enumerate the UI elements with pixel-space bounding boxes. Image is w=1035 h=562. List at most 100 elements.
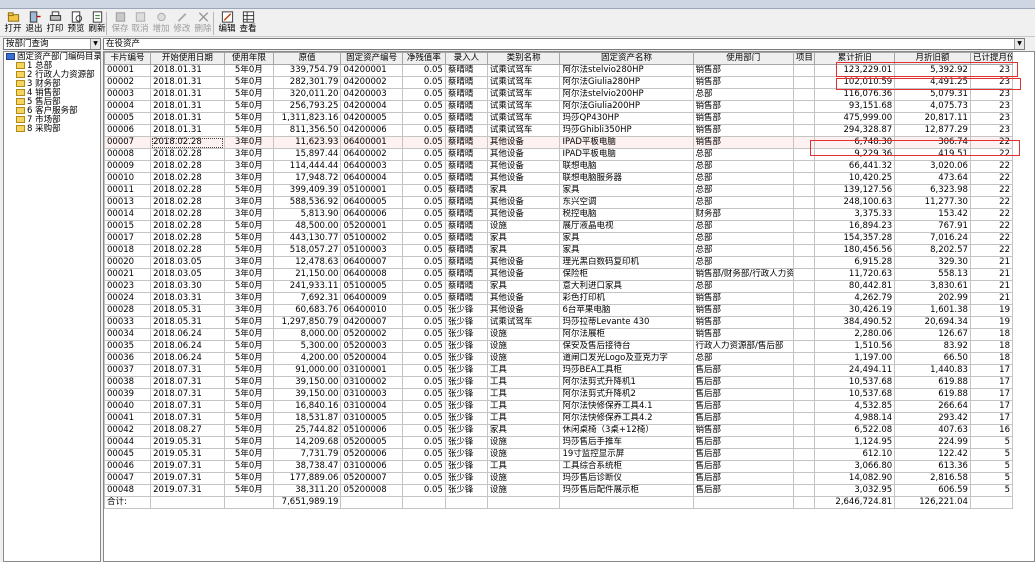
table-cell[interactable]: 17: [969, 388, 1014, 401]
table-cell[interactable]: 5,079.31: [894, 88, 971, 101]
table-cell[interactable]: 2018.01.31: [150, 76, 225, 89]
table-cell[interactable]: 30,426.19: [814, 304, 896, 317]
table-cell[interactable]: 2018.01.31: [150, 124, 225, 137]
table-cell[interactable]: 339,754.79: [272, 64, 342, 77]
table-cell[interactable]: 财务部: [692, 208, 794, 221]
table-cell[interactable]: 202.99: [894, 292, 971, 305]
table-cell[interactable]: 试乘试驾车: [486, 64, 561, 77]
table-cell[interactable]: 销售部: [692, 304, 794, 317]
table-cell[interactable]: 蔡晴晴: [444, 268, 488, 281]
table-cell[interactable]: 3年0月: [223, 304, 274, 317]
table-cell[interactable]: 其他设备: [486, 292, 561, 305]
table-cell[interactable]: 00034: [104, 328, 152, 341]
table-cell[interactable]: 张少锋: [444, 328, 488, 341]
table-cell[interactable]: 其他设备: [486, 256, 561, 269]
table-cell[interactable]: 00028: [104, 304, 152, 317]
table-cell[interactable]: 00010: [104, 172, 152, 185]
table-cell[interactable]: 48,500.00: [272, 220, 342, 233]
table-cell[interactable]: 3,032.95: [814, 484, 896, 497]
column-header[interactable]: 固定资产编号: [340, 52, 403, 65]
table-cell[interactable]: 0.05: [401, 112, 446, 125]
table-cell[interactable]: 0.05: [401, 400, 446, 413]
table-cell[interactable]: 蔡晴晴: [444, 160, 488, 173]
table-cell[interactable]: 3,066.80: [814, 460, 896, 473]
table-cell[interactable]: 其他设备: [486, 172, 561, 185]
table-row[interactable]: 00018 2018.02.28 5年0月 518,057.27 05100003 0.0…: [104, 244, 1014, 257]
table-cell[interactable]: 工具: [486, 460, 561, 473]
table-cell[interactable]: 售后部: [692, 400, 794, 413]
table-cell[interactable]: 293.42: [894, 412, 971, 425]
table-cell[interactable]: 21: [969, 268, 1014, 281]
table-cell[interactable]: 3年0月: [223, 172, 274, 185]
table-cell[interactable]: 其他设备: [486, 160, 561, 173]
table-row[interactable]: 00041 2018.07.31 5年0月 18,531.87 03100005 0.05…: [104, 412, 1014, 425]
table-cell[interactable]: 试乘试驾车: [486, 88, 561, 101]
table-cell[interactable]: 18,531.87: [272, 412, 342, 425]
table-cell[interactable]: 6台苹果电脑: [559, 304, 694, 317]
table-cell[interactable]: 5年0月: [223, 76, 274, 89]
table-cell[interactable]: 5年0月: [223, 352, 274, 365]
table-cell[interactable]: 10,537.68: [814, 376, 896, 389]
table-cell[interactable]: 0.05: [401, 244, 446, 257]
table-cell[interactable]: 06400002: [340, 148, 403, 161]
table-cell[interactable]: 3,830.61: [894, 280, 971, 293]
table-cell[interactable]: 保安及售后接待台: [559, 340, 694, 353]
table-cell[interactable]: 2018.02.28: [150, 172, 225, 185]
table-cell[interactable]: 04200001: [340, 64, 403, 77]
table-cell[interactable]: 玛莎售后配件展示柜: [559, 484, 694, 497]
table-cell[interactable]: [792, 424, 816, 437]
table-cell[interactable]: 蔡晴晴: [444, 256, 488, 269]
table-cell[interactable]: 阿尔法stelvio200HP: [559, 88, 694, 101]
table-cell[interactable]: 05100005: [340, 280, 403, 293]
table-cell[interactable]: 5,813.90: [272, 208, 342, 221]
table-cell[interactable]: 5年0月: [223, 376, 274, 389]
table-cell[interactable]: 0.05: [401, 268, 446, 281]
table-cell[interactable]: 17: [969, 364, 1014, 377]
table-cell[interactable]: 256,793.25: [272, 100, 342, 113]
table-cell[interactable]: 2019.07.31: [150, 472, 225, 485]
table-cell[interactable]: 理光黑白数码复印机: [559, 256, 694, 269]
table-cell[interactable]: 12,478.63: [272, 256, 342, 269]
table-cell[interactable]: 2018.07.31: [150, 412, 225, 425]
table-row[interactable]: 00028 2018.05.31 3年0月 60,683.76 06400010 0.05…: [104, 304, 1014, 317]
table-cell[interactable]: 设施: [486, 352, 561, 365]
table-row[interactable]: 00035 2018.06.24 5年0月 5,300.00 05200003 0.05 张…: [104, 340, 1014, 353]
table-cell[interactable]: 00005: [104, 112, 152, 125]
table-cell[interactable]: 419.51: [894, 148, 971, 161]
table-cell[interactable]: 蔡晴晴: [444, 76, 488, 89]
table-cell[interactable]: 00001: [104, 64, 152, 77]
table-cell[interactable]: 2018.07.31: [150, 364, 225, 377]
table-cell[interactable]: [792, 472, 816, 485]
table-cell[interactable]: 设施: [486, 220, 561, 233]
table-row[interactable]: 00017 2018.02.28 5年0月 443,130.77 05100002 0.0…: [104, 232, 1014, 245]
table-cell[interactable]: 66,441.32: [814, 160, 896, 173]
table-cell[interactable]: 5: [969, 460, 1014, 473]
table-cell[interactable]: 0.05: [401, 448, 446, 461]
table-cell[interactable]: 0.05: [401, 316, 446, 329]
table-cell[interactable]: 张少锋: [444, 304, 488, 317]
table-cell[interactable]: 22: [969, 232, 1014, 245]
column-header[interactable]: 开始使用日期: [150, 52, 225, 65]
table-cell[interactable]: 0.05: [401, 208, 446, 221]
table-cell[interactable]: 5年0月: [223, 424, 274, 437]
table-cell[interactable]: 0.05: [401, 196, 446, 209]
table-cell[interactable]: 0.05: [401, 76, 446, 89]
table-row[interactable]: 00040 2018.07.31 5年0月 16,840.16 03100004 0.05…: [104, 400, 1014, 413]
table-cell[interactable]: 619.88: [894, 388, 971, 401]
table-cell[interactable]: [792, 364, 816, 377]
table-cell[interactable]: [792, 460, 816, 473]
table-cell[interactable]: 销售部: [692, 112, 794, 125]
table-cell[interactable]: 销售部: [692, 76, 794, 89]
table-cell[interactable]: 23: [969, 100, 1014, 113]
table-cell[interactable]: 22: [969, 196, 1014, 209]
table-row[interactable]: 00007 2018.02.28 3年0月 11,623.93 06400001 0.05…: [104, 136, 1014, 149]
table-cell[interactable]: 6,748.30: [814, 136, 896, 149]
table-cell[interactable]: 0.05: [401, 460, 446, 473]
table-cell[interactable]: 设施: [486, 328, 561, 341]
table-cell[interactable]: 19: [969, 304, 1014, 317]
table-cell[interactable]: 04200005: [340, 112, 403, 125]
table-cell[interactable]: [792, 484, 816, 497]
table-cell[interactable]: 税控电脑: [559, 208, 694, 221]
table-cell[interactable]: 05200006: [340, 448, 403, 461]
table-cell[interactable]: 2018.06.24: [150, 328, 225, 341]
